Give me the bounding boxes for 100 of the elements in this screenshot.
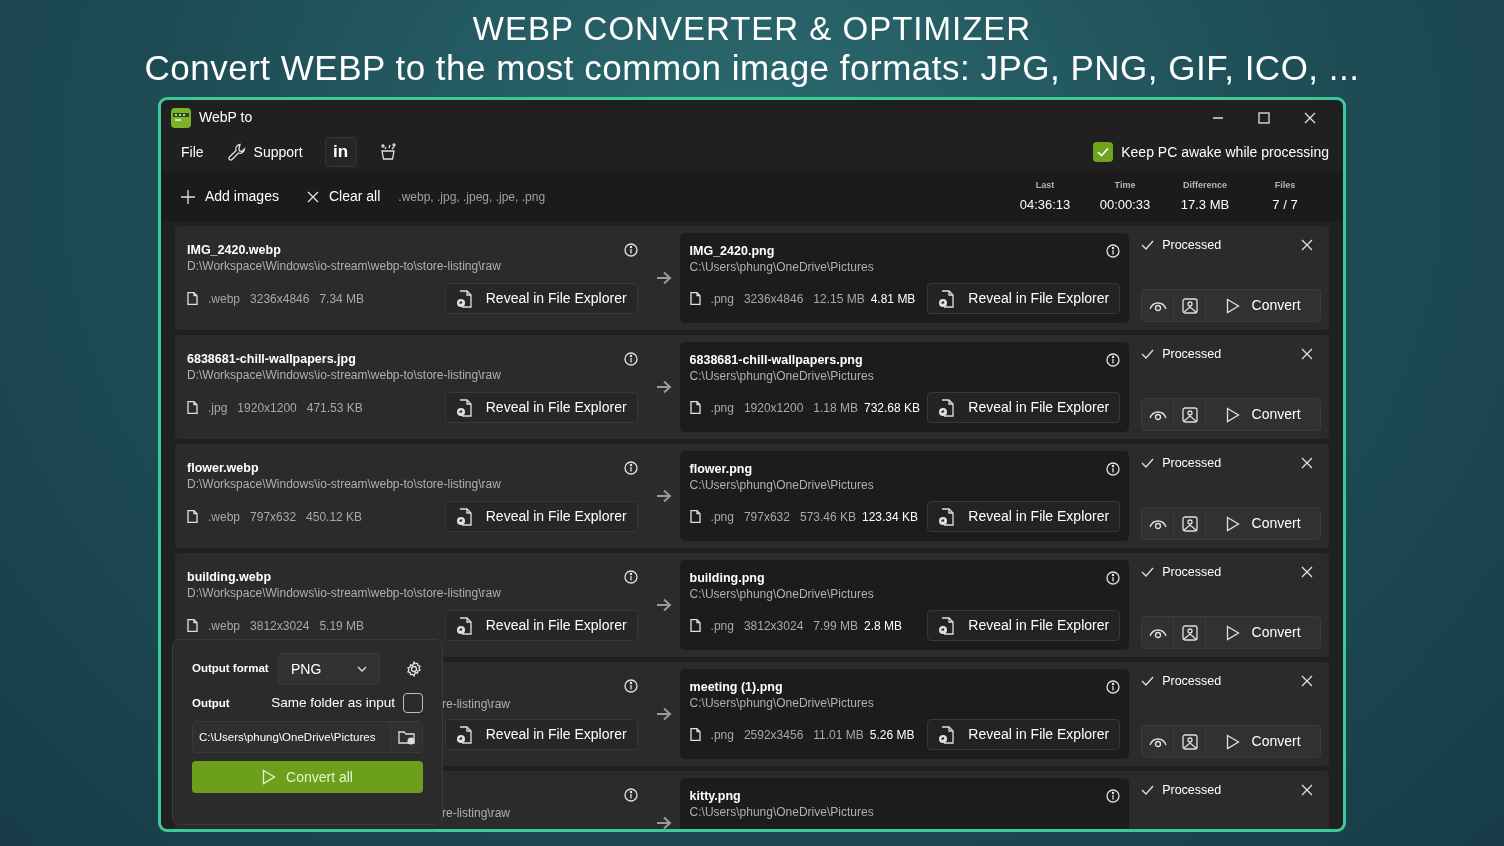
menu-item[interactable]: File	[171, 137, 214, 167]
file-name: flower.png	[689, 461, 753, 477]
settings-icon[interactable]	[406, 661, 422, 677]
info-icon[interactable]	[623, 352, 638, 366]
file-name: 6838681-chill-wallpapers.jpg	[187, 351, 356, 367]
check-icon	[1141, 458, 1155, 469]
check-icon	[1141, 349, 1155, 360]
status-label: Processed	[1141, 345, 1222, 364]
image-dimensions: 3236x4846	[743, 290, 804, 308]
file-name: IMG_2420.png	[689, 243, 775, 259]
file-icon	[187, 292, 198, 305]
image-icon	[1181, 624, 1198, 641]
info-icon[interactable]	[623, 570, 638, 584]
folder-path: C:\Users\phung\OneDrive\Pictures	[689, 368, 875, 385]
close-icon	[306, 190, 319, 203]
file-name: IMG_2420.webp	[187, 242, 281, 258]
info-icon[interactable]	[1106, 680, 1121, 694]
eye-icon	[1148, 299, 1167, 312]
info-icon[interactable]	[1106, 571, 1121, 585]
same-folder-checkbox[interactable]	[403, 693, 423, 714]
new-file-size: 123.34 KB	[862, 508, 919, 526]
file-name: building.png	[689, 570, 765, 586]
file-size: 450.12 KB	[306, 508, 363, 526]
file-extension: .jpg	[208, 399, 228, 417]
reveal-button[interactable]: Reveal in File Explorer	[444, 392, 638, 423]
file-size: 12.15 MB	[813, 290, 865, 308]
chevron-down-icon	[357, 666, 367, 672]
reveal-button[interactable]: Reveal in File Explorer	[927, 610, 1121, 641]
remove-icon[interactable]	[1301, 784, 1313, 797]
image-dimensions: 797x632	[250, 508, 297, 526]
check-icon	[1141, 676, 1155, 687]
file-reveal-icon	[455, 616, 472, 635]
info-icon[interactable]	[623, 461, 638, 475]
info-icon[interactable]	[623, 243, 638, 257]
remove-icon[interactable]	[1301, 348, 1313, 361]
right-arrow-icon	[655, 707, 672, 721]
image-dimensions: 1920x1200	[743, 399, 804, 417]
status-label: Processed	[1141, 672, 1222, 691]
info-icon[interactable]	[623, 788, 638, 802]
play-icon	[1225, 515, 1240, 532]
file-reveal-icon	[455, 289, 472, 308]
file-name: flower.webp	[187, 460, 259, 476]
image-icon	[1181, 406, 1198, 423]
reveal-button[interactable]: Reveal in File Explorer	[927, 719, 1121, 750]
file-reveal-icon	[938, 725, 955, 744]
info-icon[interactable]	[1106, 789, 1121, 803]
file-extension: .png	[710, 617, 734, 635]
reveal-button[interactable]: Reveal in File Explorer	[444, 610, 638, 641]
clear-all-button[interactable]: Clear all	[296, 182, 391, 211]
plus-icon	[181, 189, 195, 204]
maximize-icon[interactable]	[1258, 111, 1270, 124]
new-file-size: 2.8 MB	[864, 617, 903, 635]
keep-awake-checkbox[interactable]	[1093, 142, 1114, 162]
reveal-button[interactable]: Reveal in File Explorer	[927, 392, 1121, 423]
reveal-button[interactable]: Reveal in File Explorer	[444, 719, 638, 750]
folder-path: D:\Workspace\Windows\io-stream\webp-to\store-listing\raw	[187, 258, 502, 275]
new-file-size: 732.68 KB	[864, 399, 921, 417]
info-icon[interactable]	[1106, 244, 1121, 258]
reveal-button[interactable]: Reveal in File Explorer	[444, 283, 638, 314]
file-icon	[689, 619, 701, 632]
file-icon	[187, 619, 198, 632]
file-icon	[689, 292, 701, 305]
support-button[interactable]: Support	[217, 137, 313, 167]
remove-icon[interactable]	[1301, 566, 1313, 579]
remove-icon[interactable]	[1301, 457, 1313, 470]
file-name: building.webp	[187, 569, 271, 585]
keep-awake-label: Keep PC awake while processing	[1121, 142, 1329, 162]
file-extension: .png	[710, 290, 734, 308]
folder-path: C:\Users\phung\OneDrive\Pictures	[689, 804, 875, 821]
image-dimensions: 3812x3024	[743, 617, 804, 635]
file-reveal-icon	[455, 725, 472, 744]
app-logo-icon	[171, 107, 191, 128]
reveal-button[interactable]: Reveal in File Explorer	[927, 283, 1121, 314]
file-size: 1.18 MB	[813, 399, 858, 417]
remove-icon[interactable]	[1301, 675, 1313, 688]
play-icon	[1225, 624, 1240, 641]
folder-path: D:\Workspace\Windows\io-stream\webp-to\store-listing\raw	[187, 367, 502, 384]
reveal-button[interactable]: Reveal in File Explorer	[444, 501, 638, 532]
headline-subtitle: Convert WEBP to the most common image formats: JPG, PNG, GIF, ICO, ...	[144, 48, 1360, 88]
image-dimensions: 797x632	[743, 508, 790, 526]
right-arrow-icon	[655, 489, 672, 503]
check-icon	[1141, 567, 1155, 578]
eye-icon	[1148, 735, 1167, 748]
image-dimensions: 1920x1200	[237, 399, 297, 417]
linkedin-button[interactable]: in	[324, 137, 357, 167]
close-icon[interactable]	[1304, 111, 1316, 124]
image-dimensions: 2592x3456	[743, 726, 804, 744]
same-folder-label: Same folder as input	[271, 694, 395, 712]
info-icon[interactable]	[623, 679, 638, 693]
eye-icon	[1148, 517, 1167, 530]
reveal-button[interactable]: Reveal in File Explorer	[927, 501, 1121, 532]
remove-icon[interactable]	[1301, 239, 1313, 252]
info-icon[interactable]	[1106, 462, 1121, 476]
info-icon[interactable]	[1106, 353, 1121, 367]
output-path-field[interactable]: C:\Users\phung\OneDrive\Pictures	[192, 721, 423, 754]
browse-folder-button[interactable]	[390, 722, 422, 753]
status-label: Processed	[1141, 236, 1222, 255]
format-dropdown[interactable]: PNG	[278, 653, 380, 685]
add-images-button[interactable]: Add images	[171, 182, 289, 211]
file-size: 7.99 MB	[813, 617, 858, 635]
